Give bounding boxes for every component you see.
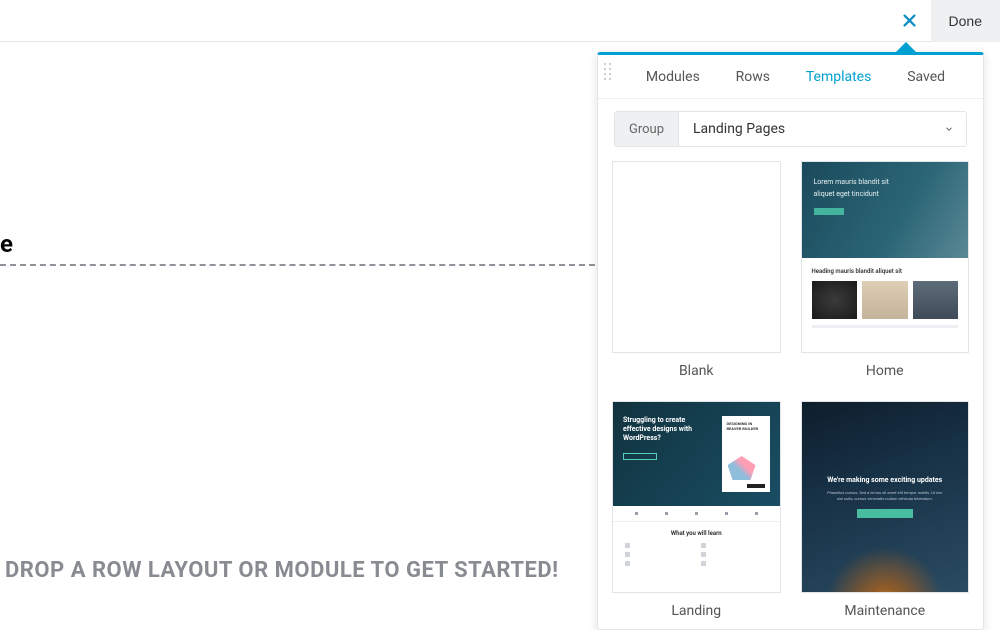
thumb-text: Phasellus cursus. Sed a lectus sit amet … — [825, 490, 945, 501]
template-thumb-maintenance: We're making some exciting updates Phase… — [801, 401, 970, 593]
content-panel: Modules Rows Templates Saved Group Landi… — [597, 52, 984, 630]
thumb-text: Struggling to create effective designs w… — [623, 416, 712, 443]
template-thumb-home: Lorem mauris blandit sit aliquet eget ti… — [801, 161, 970, 353]
thumb-text: What you will learn — [613, 522, 780, 543]
thumb-text: Heading mauris blandit aliquet sit — [802, 258, 969, 281]
template-label: Blank — [612, 363, 781, 379]
done-button[interactable]: Done — [931, 0, 1000, 42]
filter-group-label: Group — [615, 112, 679, 146]
tab-templates[interactable]: Templates — [806, 69, 872, 85]
topbar: Done — [0, 0, 1000, 42]
drop-divider — [0, 264, 595, 266]
drop-instruction-text: DROP A ROW LAYOUT OR MODULE TO GET START… — [5, 558, 559, 583]
thumb-text: aliquet eget tincidunt — [814, 190, 957, 200]
tab-saved[interactable]: Saved — [907, 69, 945, 85]
template-list[interactable]: Blank Lorem mauris blandit sit aliquet e… — [598, 155, 983, 629]
tab-modules[interactable]: Modules — [646, 69, 700, 85]
thumb-text: Lorem mauris blandit sit — [814, 178, 957, 188]
template-card-blank[interactable]: Blank — [612, 161, 781, 379]
template-label: Home — [801, 363, 970, 379]
template-label: Landing — [612, 603, 781, 619]
template-card-home[interactable]: Lorem mauris blandit sit aliquet eget ti… — [801, 161, 970, 379]
template-filter: Group Landing Pages — [614, 111, 967, 147]
template-card-maintenance[interactable]: We're making some exciting updates Phase… — [801, 401, 970, 619]
panel-tabs: Modules Rows Templates Saved — [598, 55, 983, 99]
truncated-text-fragment: e — [0, 230, 13, 258]
template-label: Maintenance — [801, 603, 970, 619]
filter-group-select[interactable]: Landing Pages — [679, 112, 966, 146]
close-icon[interactable] — [889, 0, 931, 42]
thumb-text: We're making some exciting updates — [827, 476, 942, 484]
template-card-landing[interactable]: Struggling to create effective designs w… — [612, 401, 781, 619]
thumb-text: DESIGNING IN BEAVER BUILDER — [727, 421, 765, 431]
template-thumb-landing: Struggling to create effective designs w… — [612, 401, 781, 593]
template-thumb-blank — [612, 161, 781, 353]
tab-rows[interactable]: Rows — [736, 69, 770, 85]
drag-handle-icon[interactable] — [604, 63, 611, 80]
